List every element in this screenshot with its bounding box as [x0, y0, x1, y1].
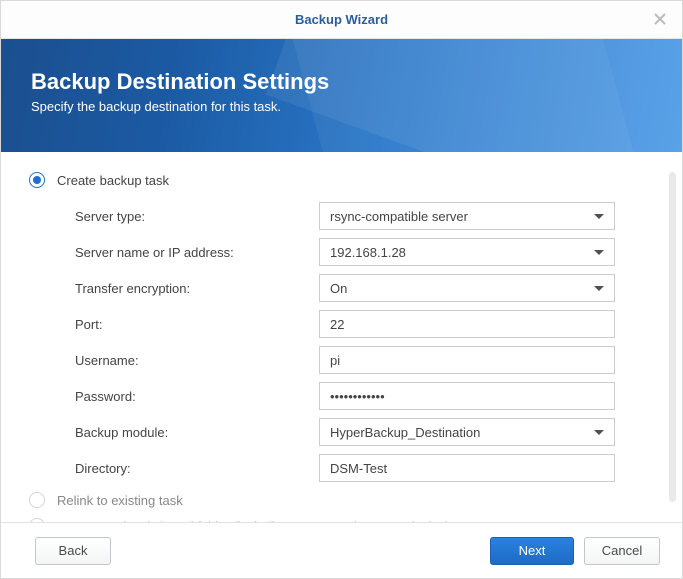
radio-icon	[29, 172, 45, 188]
field-encryption: Transfer encryption: On	[75, 274, 662, 302]
field-directory: Directory:	[75, 454, 662, 482]
create-backup-form: Server type: rsync-compatible server Ser…	[29, 202, 662, 482]
label-password: Password:	[75, 389, 319, 404]
page-title: Backup Destination Settings	[31, 69, 652, 95]
cancel-button[interactable]: Cancel	[584, 537, 660, 565]
scrollbar[interactable]	[669, 172, 676, 502]
field-password: Password:	[75, 382, 662, 410]
radio-label: Relink to existing task	[57, 493, 183, 508]
chevron-down-icon	[594, 430, 604, 435]
chevron-down-icon	[594, 286, 604, 291]
page-subtitle: Specify the backup destination for this …	[31, 99, 652, 114]
radio-icon	[29, 518, 45, 522]
window-title: Backup Wizard	[295, 12, 388, 27]
select-server-name[interactable]: 192.168.1.28	[319, 238, 615, 266]
field-port: Port:	[75, 310, 662, 338]
field-server-name: Server name or IP address: 192.168.1.28	[75, 238, 662, 266]
titlebar: Backup Wizard	[1, 1, 682, 39]
banner: Backup Destination Settings Specify the …	[1, 39, 682, 152]
select-module[interactable]: HyperBackup_Destination	[319, 418, 615, 446]
input-directory[interactable]	[319, 454, 615, 482]
label-module: Backup module:	[75, 425, 319, 440]
field-server-type: Server type: rsync-compatible server	[75, 202, 662, 230]
backup-wizard-window: Backup Wizard Backup Destination Setting…	[0, 0, 683, 579]
content-area: Create backup task Server type: rsync-co…	[1, 152, 682, 522]
label-username: Username:	[75, 353, 319, 368]
next-button[interactable]: Next	[490, 537, 574, 565]
select-value: On	[330, 281, 594, 296]
back-button[interactable]: Back	[35, 537, 111, 565]
label-server-type: Server type:	[75, 209, 319, 224]
radio-relink-task[interactable]: Relink to existing task	[29, 492, 662, 508]
footer: Back Next Cancel	[1, 522, 682, 578]
close-icon[interactable]	[650, 9, 670, 29]
label-server-name: Server name or IP address:	[75, 245, 319, 260]
field-module: Backup module: HyperBackup_Destination	[75, 418, 662, 446]
select-value: 192.168.1.28	[330, 245, 594, 260]
radio-create-backup[interactable]: Create backup task	[29, 172, 662, 188]
select-server-type[interactable]: rsync-compatible server	[319, 202, 615, 230]
label-encryption: Transfer encryption:	[75, 281, 319, 296]
select-value: rsync-compatible server	[330, 209, 594, 224]
label-directory: Directory:	[75, 461, 319, 476]
chevron-down-icon	[594, 214, 604, 219]
label-port: Port:	[75, 317, 319, 332]
select-value: HyperBackup_Destination	[330, 425, 594, 440]
input-port[interactable]	[319, 310, 615, 338]
input-username[interactable]	[319, 346, 615, 374]
radio-icon	[29, 492, 45, 508]
radio-export-local[interactable]: Export to a local shared folder (includi…	[29, 518, 662, 522]
chevron-down-icon	[594, 250, 604, 255]
field-username: Username:	[75, 346, 662, 374]
radio-label: Create backup task	[57, 173, 169, 188]
input-password[interactable]	[319, 382, 615, 410]
select-encryption[interactable]: On	[319, 274, 615, 302]
radio-label: Export to a local shared folder (includi…	[57, 519, 449, 523]
